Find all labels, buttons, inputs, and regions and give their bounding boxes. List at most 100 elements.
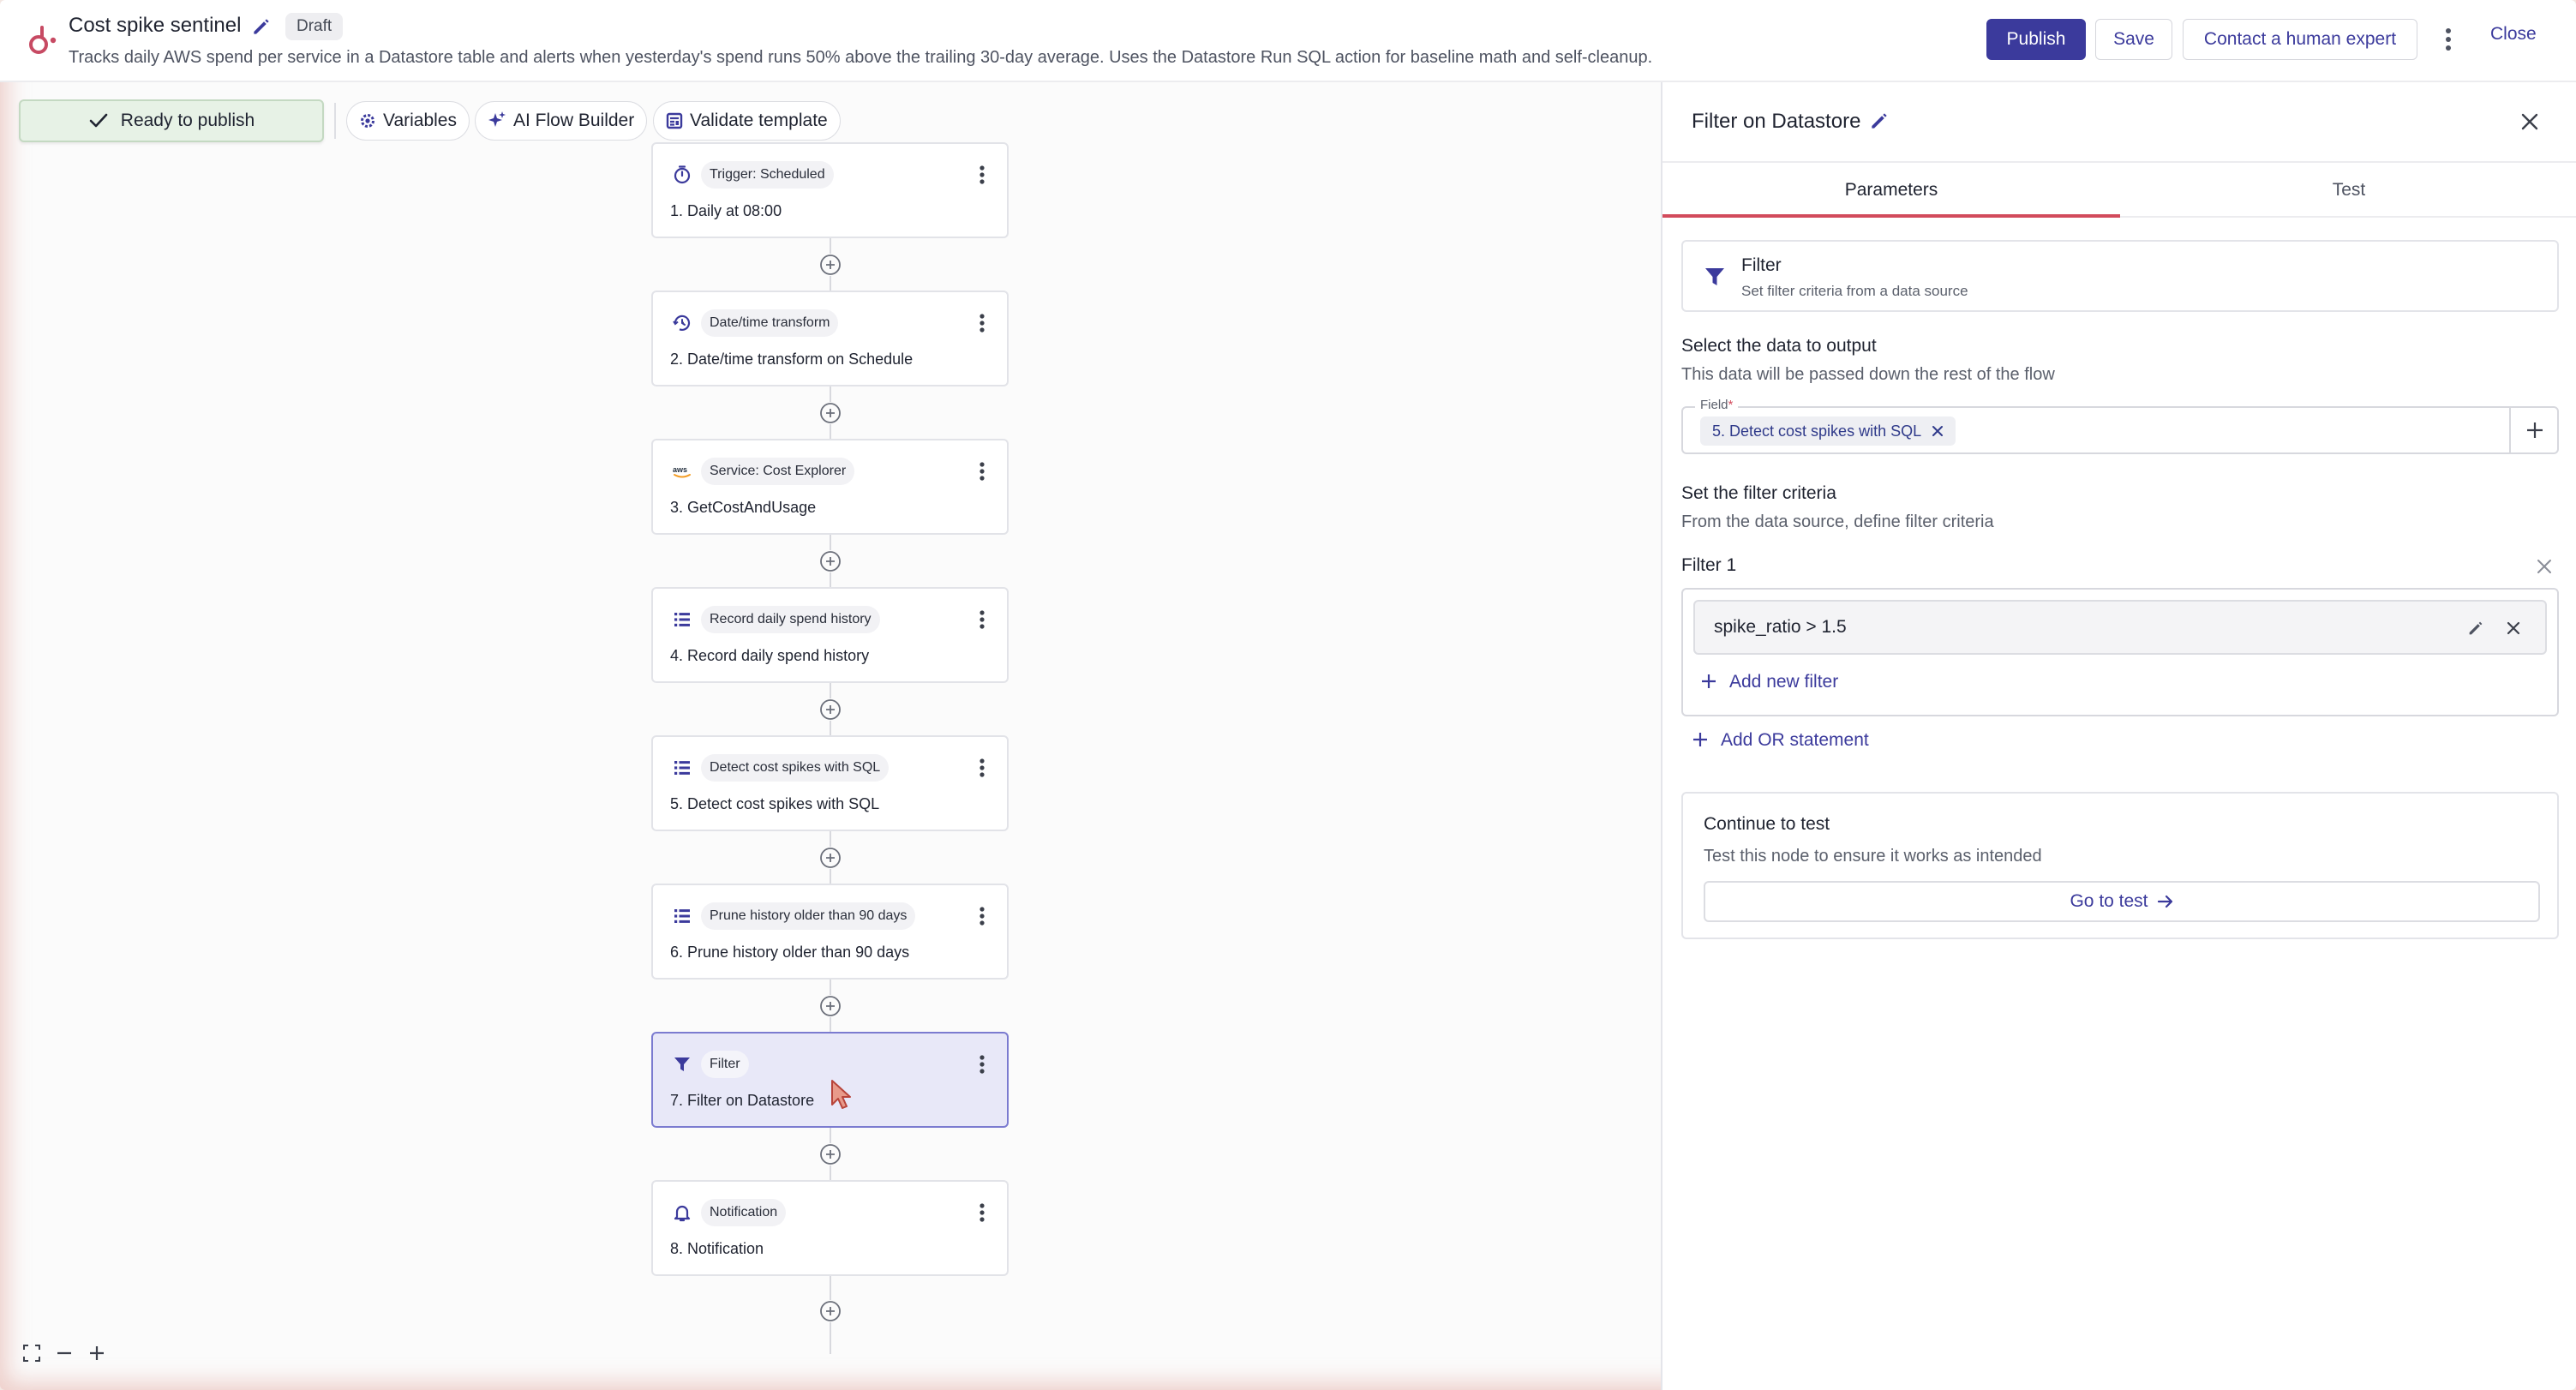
contact-expert-button[interactable]: Contact a human expert [2183,19,2417,60]
node-type-label: Service: Cost Explorer [701,458,855,485]
field-label: Field* [1695,398,1739,412]
output-section-title: Select the data to output [1681,336,1877,356]
output-field-input[interactable]: Field* 5. Detect cost spikes with SQL [1681,398,2559,454]
node-name: 5. Detect cost spikes with SQL [670,795,880,812]
node-menu-icon[interactable] [976,311,988,335]
node-type-label: Notification [701,1199,787,1226]
fit-screen-icon[interactable] [22,1344,46,1368]
node-menu-icon[interactable] [976,1052,988,1076]
add-or-statement-label: Add OR statement [1721,730,1869,750]
close-panel-icon[interactable] [2518,110,2542,134]
go-to-test-label: Go to test [2070,891,2148,911]
panel-tabs: Parameters Test [1662,161,2576,218]
ready-label: Ready to publish [120,111,255,130]
node-name: 6. Prune history older than 90 days [670,944,910,961]
flow-node[interactable]: Detect cost spikes with SQL 5. Detect cos… [651,735,1009,831]
remove-filter-group-icon[interactable] [2535,557,2554,576]
edit-node-name-pencil-icon[interactable] [1868,110,1890,132]
node-menu-icon[interactable] [976,904,988,928]
ai-flow-builder-button[interactable]: AI Flow Builder [475,101,648,141]
bell-icon [672,1202,692,1223]
arrow-right-icon [2157,895,2172,908]
delete-condition-icon[interactable] [2504,619,2523,638]
sparkle-icon [488,111,506,127]
add-step-icon[interactable] [819,1300,842,1322]
header-bar: Cost spike sentinel Draft Tracks daily A… [0,0,2576,82]
add-step-icon[interactable] [819,698,842,721]
filter-card-description: Set filter criteria from a data source [1741,283,1968,299]
node-name: 8. Notification [670,1240,764,1257]
node-name: 2. Date/time transform on Schedule [670,350,914,368]
filter-group-label: Filter 1 [1681,555,1737,575]
filter-card-title: Filter [1741,255,1782,275]
plus-icon [1693,733,1707,746]
add-step-icon[interactable] [819,550,842,572]
close-button[interactable]: Close [2490,24,2537,45]
add-or-statement-button[interactable]: Add OR statement [1692,730,1869,751]
tab-test[interactable]: Test [2120,163,2576,218]
add-step-icon[interactable] [819,995,842,1017]
ai-flow-builder-label: AI Flow Builder [513,111,635,130]
mouse-cursor-icon [831,1080,851,1109]
flow-node[interactable]: aws Service: Cost Explorer 3. GetCostAndUs… [651,439,1009,535]
node-menu-icon[interactable] [976,459,988,483]
node-menu-icon[interactable] [976,608,988,632]
more-options-icon[interactable] [2439,26,2458,53]
add-step-icon[interactable] [819,254,842,276]
continue-to-test-card: Continue to test Test this node to ensur… [1681,792,2559,939]
list-icon [672,609,692,630]
variables-label: Variables [383,111,457,130]
flow-node[interactable]: Prune history older than 90 days 6. Prune… [651,884,1009,980]
selected-field-chip[interactable]: 5. Detect cost spikes with SQL [1700,416,1956,446]
flow-title: Cost spike sentinel [69,14,242,37]
node-type-label: Trigger: Scheduled [701,161,834,189]
variables-button[interactable]: Variables [346,101,470,141]
publish-button[interactable]: Publish [1986,19,2086,60]
filter-condition-row[interactable]: spike_ratio > 1.5 [1693,600,2547,655]
save-button[interactable]: Save [2095,19,2172,60]
app-window: Cost spike sentinel Draft Tracks daily A… [0,0,2576,1390]
add-step-icon[interactable] [819,847,842,869]
node-name: 4. Record daily spend history [670,647,870,664]
add-new-filter-button[interactable]: Add new filter [1700,672,1838,692]
test-card-title: Continue to test [1704,814,1830,834]
ready-to-publish-button[interactable]: Ready to publish [19,99,324,142]
add-field-button[interactable] [2509,408,2557,452]
criteria-section-title: Set the filter criteria [1681,483,1836,503]
node-menu-icon[interactable] [976,1201,988,1225]
flow-node[interactable]: Date/time transform 2. Date/time transfor… [651,291,1009,386]
node-type-label: Prune history older than 90 days [701,902,916,930]
svg-text:aws: aws [673,465,687,474]
go-to-test-button[interactable]: Go to test [1704,881,2540,922]
funnel-icon [672,1054,692,1075]
node-name: 3. GetCostAndUsage [670,499,817,516]
node-name: 7. Filter on Datastore [670,1092,815,1109]
flow-node[interactable]: Notification 8. Notification [651,1180,1009,1276]
app-logo-icon[interactable] [24,22,60,58]
add-step-icon[interactable] [819,402,842,424]
timer-icon [672,165,692,185]
test-card-description: Test this node to ensure it works as int… [1704,847,2042,866]
validate-template-label: Validate template [690,111,828,130]
edit-condition-pencil-icon[interactable] [2466,619,2485,638]
node-menu-icon[interactable] [976,756,988,780]
flow-node[interactable]: Record daily spend history 4. Record dail… [651,587,1009,683]
edit-title-pencil-icon[interactable] [250,15,273,38]
validate-template-button[interactable]: Validate template [653,101,841,141]
add-step-icon[interactable] [819,1143,842,1165]
filter-group: spike_ratio > 1.5 Add new filter [1681,588,2559,716]
zoom-out-icon[interactable] [55,1344,79,1368]
node-menu-icon[interactable] [976,163,988,187]
filter-condition-text: spike_ratio > 1.5 [1714,617,1847,637]
flow-node[interactable]: Trigger: Scheduled 1. Daily at 08:00 [651,142,1009,238]
plus-icon [2527,422,2543,438]
list-icon [672,758,692,778]
panel-title: Filter on Datastore [1692,110,1861,133]
node-type-label: Date/time transform [701,309,839,337]
remove-field-icon[interactable] [1930,423,1945,439]
tab-parameters[interactable]: Parameters [1662,163,2120,218]
plus-icon [1702,674,1716,688]
status-badge: Draft [285,13,344,40]
zoom-in-icon[interactable] [87,1344,111,1368]
flow-description: Tracks daily AWS spend per service in a … [69,48,1653,67]
